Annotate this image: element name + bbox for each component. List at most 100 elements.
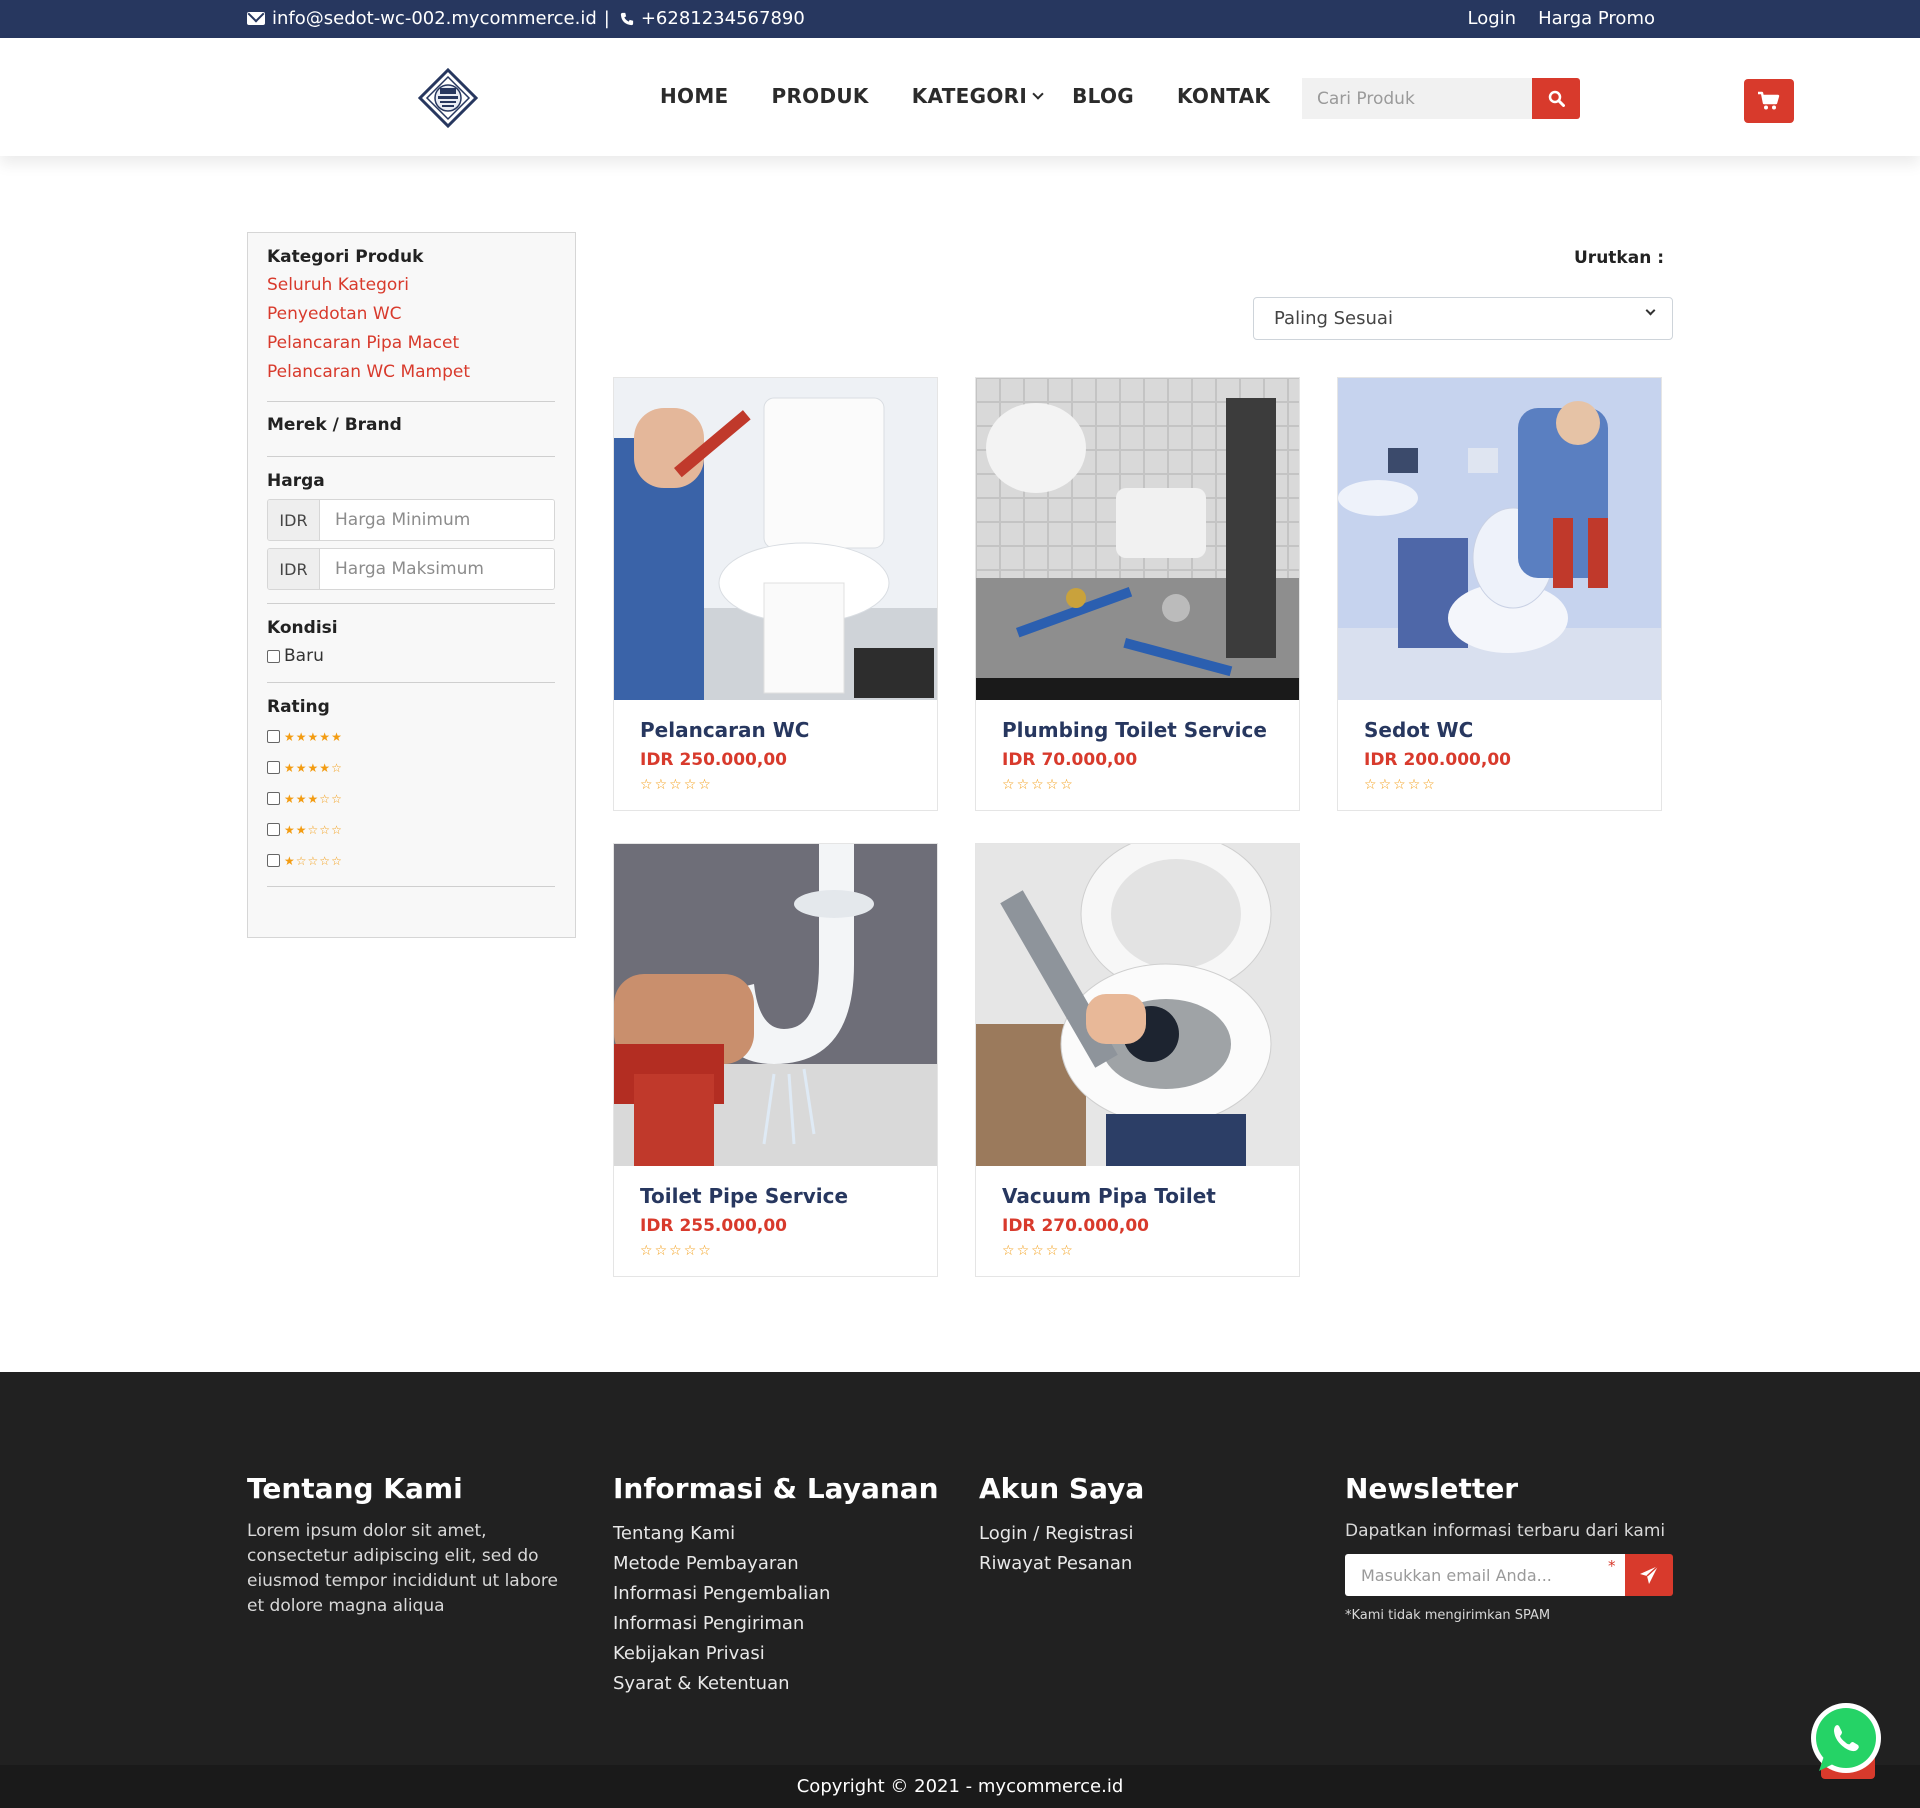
cart-button[interactable] xyxy=(1744,79,1794,123)
product-image[interactable] xyxy=(614,378,937,700)
rating-filter-checkbox[interactable] xyxy=(267,823,280,836)
price-min-input[interactable] xyxy=(320,500,554,540)
star-icon: ☆ xyxy=(1016,1243,1030,1259)
product-image[interactable] xyxy=(976,378,1299,700)
star-icon: ☆ xyxy=(1002,777,1015,793)
product-price: IDR 70.000,00 xyxy=(1002,750,1138,770)
nav-produk[interactable]: PRODUK xyxy=(772,84,869,108)
product-price: IDR 270.000,00 xyxy=(1002,1216,1149,1236)
login-link[interactable]: Login xyxy=(1468,8,1517,29)
logo[interactable] xyxy=(418,68,478,128)
rating-stars: ★ ★ ★ ★ ☆ xyxy=(284,762,342,774)
footer-link-shipping[interactable]: Informasi Pengiriman xyxy=(613,1609,943,1639)
rating-filter-checkbox[interactable] xyxy=(267,854,280,867)
category-link-mampet[interactable]: Pelancaran WC Mampet xyxy=(267,358,555,387)
promo-link[interactable]: Harga Promo xyxy=(1538,8,1655,29)
search-button[interactable] xyxy=(1532,78,1580,119)
footer-link-about[interactable]: Tentang Kami xyxy=(613,1519,943,1549)
newsletter-note: *Kami tidak mengirimkan SPAM xyxy=(1345,1608,1551,1623)
nav-kontak[interactable]: KONTAK xyxy=(1177,84,1270,108)
star-icon: ★ xyxy=(295,822,307,837)
contact-separator: | xyxy=(603,8,610,29)
product-name[interactable]: Plumbing Toilet Service xyxy=(1002,718,1267,742)
rating-filter-checkbox[interactable] xyxy=(267,761,280,774)
product-name[interactable]: Pelancaran WC xyxy=(640,718,809,742)
star-icon: ★ xyxy=(284,760,295,775)
filter-sidebar: Kategori Produk Seluruh Kategori Penyedo… xyxy=(247,232,576,938)
cart-icon xyxy=(1758,91,1780,110)
product-card[interactable]: Plumbing Toilet Service IDR 70.000,00 ☆ ☆ ☆ ☆… xyxy=(975,377,1300,811)
category-link-pipa[interactable]: Pelancaran Pipa Macet xyxy=(267,329,555,358)
brand-title[interactable]: Merek / Brand xyxy=(267,415,555,435)
rating-section: Rating ★ ★ ★ ★ ★ ★ ★ ★ ★ ☆ ★ ★ ★ ☆ ☆ ★ ★ ☆ ☆ ☆ ★ ☆ ☆ ☆ ☆ xyxy=(267,683,555,887)
star-icon: ☆ xyxy=(640,1243,653,1259)
star-icon: ☆ xyxy=(654,777,668,793)
newsletter-submit-button[interactable] xyxy=(1625,1554,1673,1596)
product-rating: ☆ ☆ ☆ ☆ ☆ xyxy=(640,1244,711,1258)
product-name[interactable]: Vacuum Pipa Toilet xyxy=(1002,1184,1216,1208)
product-name[interactable]: Toilet Pipe Service xyxy=(640,1184,848,1208)
rating-filter-option[interactable]: ★ ★ ★ ☆ ☆ xyxy=(267,783,555,814)
whatsapp-icon[interactable] xyxy=(1807,1701,1885,1779)
nav-kategori[interactable]: KATEGORI xyxy=(912,84,1044,108)
product-card[interactable]: Pelancaran WC IDR 250.000,00 ☆ ☆ ☆ ☆ ☆ xyxy=(613,377,938,811)
price-min-group: IDR xyxy=(267,499,555,541)
condition-new-checkbox[interactable] xyxy=(267,649,280,663)
contact-phone[interactable]: +6281234567890 xyxy=(641,8,805,29)
footer-link-orders[interactable]: Riwayat Pesanan xyxy=(979,1549,1309,1579)
search-input[interactable] xyxy=(1302,78,1532,119)
footer-account: Akun Saya Login / Registrasi Riwayat Pes… xyxy=(979,1472,1309,1579)
star-icon: ★ xyxy=(331,729,342,744)
rating-filter-list: ★ ★ ★ ★ ★ ★ ★ ★ ★ ☆ ★ ★ ★ ☆ ☆ ★ ★ ☆ ☆ ☆ ★ ☆ ☆ ☆ ☆ xyxy=(267,721,555,876)
contact-email[interactable]: info@sedot-wc-002.mycommerce.id xyxy=(272,8,597,29)
price-max-input[interactable] xyxy=(320,549,554,589)
rating-stars: ★ ★ ☆ ☆ ☆ xyxy=(284,824,342,836)
star-icon: ☆ xyxy=(683,777,697,793)
product-card[interactable]: Sedot WC IDR 200.000,00 ☆ ☆ ☆ ☆ ☆ xyxy=(1337,377,1662,811)
product-card[interactable]: Toilet Pipe Service IDR 255.000,00 ☆ ☆ ☆ ☆ ☆ xyxy=(613,843,938,1277)
product-image[interactable] xyxy=(614,844,937,1166)
nav-home[interactable]: HOME xyxy=(660,84,729,108)
star-icon: ☆ xyxy=(1378,777,1392,793)
chevron-down-icon xyxy=(1032,87,1044,100)
footer-link-privacy[interactable]: Kebijakan Privasi xyxy=(613,1639,943,1669)
product-card[interactable]: Vacuum Pipa Toilet IDR 270.000,00 ☆ ☆ ☆ ☆ ☆ xyxy=(975,843,1300,1277)
rating-filter-checkbox[interactable] xyxy=(267,730,280,743)
newsletter-email-input[interactable] xyxy=(1345,1554,1625,1596)
star-icon: ★ xyxy=(284,822,295,837)
condition-new-option[interactable]: Baru xyxy=(267,646,555,666)
category-link-penyedotan[interactable]: Penyedotan WC xyxy=(267,300,555,329)
rating-filter-option[interactable]: ★ ☆ ☆ ☆ ☆ xyxy=(267,845,555,876)
product-image[interactable] xyxy=(1338,378,1661,700)
star-icon: ☆ xyxy=(1016,777,1030,793)
rating-filter-checkbox[interactable] xyxy=(267,792,280,805)
star-icon: ☆ xyxy=(1002,1243,1015,1259)
product-name[interactable]: Sedot WC xyxy=(1364,718,1473,742)
category-link-all[interactable]: Seluruh Kategori xyxy=(267,271,555,300)
nav-blog[interactable]: BLOG xyxy=(1072,84,1134,108)
sort-select[interactable]: Paling Sesuai xyxy=(1253,297,1673,340)
footer-link-payment[interactable]: Metode Pembayaran xyxy=(613,1549,943,1579)
star-icon: ★ xyxy=(295,791,307,806)
rating-title: Rating xyxy=(267,697,330,717)
envelope-icon xyxy=(247,12,265,25)
star-icon: ☆ xyxy=(683,1243,697,1259)
product-image[interactable] xyxy=(976,844,1299,1166)
rating-filter-option[interactable]: ★ ★ ★ ★ ★ xyxy=(267,721,555,752)
rating-filter-option[interactable]: ★ ★ ★ ★ ☆ xyxy=(267,752,555,783)
footer-link-returns[interactable]: Informasi Pengembalian xyxy=(613,1579,943,1609)
rating-filter-option[interactable]: ★ ★ ☆ ☆ ☆ xyxy=(267,814,555,845)
star-icon: ☆ xyxy=(1031,777,1044,793)
search-icon xyxy=(1548,90,1565,107)
product-rating: ☆ ☆ ☆ ☆ ☆ xyxy=(1364,778,1435,792)
footer-link-terms[interactable]: Syarat & Ketentuan xyxy=(613,1669,943,1699)
footer-about-title: Tentang Kami xyxy=(247,1472,463,1505)
copyright-text: Copyright © 2021 - mycommerce.id xyxy=(796,1776,1124,1797)
star-icon: ☆ xyxy=(1060,1243,1073,1259)
main-header: HOME PRODUK KATEGORI BLOG KONTAK xyxy=(0,38,1920,156)
product-price: IDR 255.000,00 xyxy=(640,1216,787,1236)
footer: Tentang Kami Lorem ipsum dolor sit amet,… xyxy=(0,1372,1920,1765)
star-icon: ☆ xyxy=(1364,777,1377,793)
star-icon: ☆ xyxy=(1045,1243,1059,1259)
footer-link-login[interactable]: Login / Registrasi xyxy=(979,1519,1309,1549)
